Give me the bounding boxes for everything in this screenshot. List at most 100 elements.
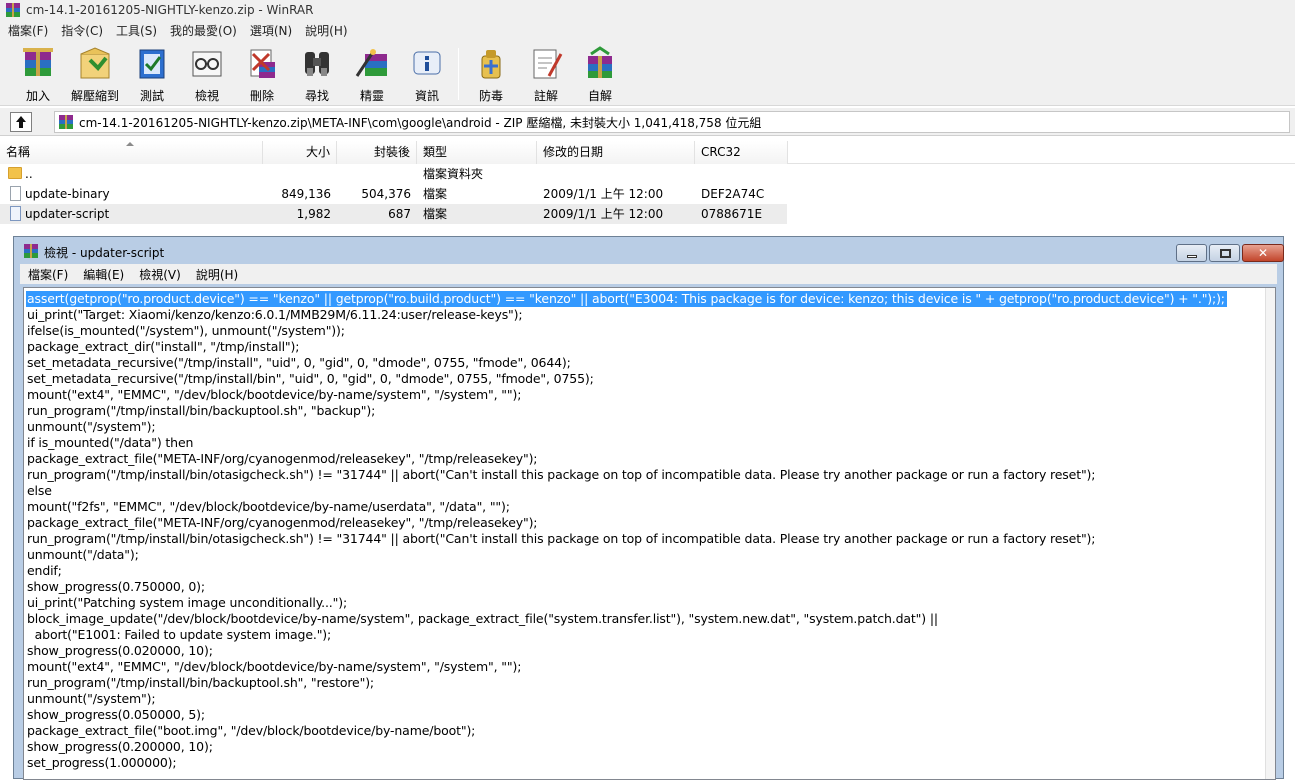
comment-button[interactable]: 註解 — [521, 44, 571, 103]
menu-file[interactable]: 檔案(F) — [4, 22, 52, 39]
comment-icon — [533, 49, 563, 79]
code-line: mount("ext4", "EMMC", "/dev/block/bootde… — [27, 387, 522, 402]
code-line: run_program("/tmp/install/bin/backuptool… — [27, 403, 376, 418]
archive-icon — [59, 115, 73, 129]
maximize-icon — [1220, 249, 1231, 258]
sort-ascending-icon — [126, 142, 134, 146]
viewer-window: 檢視 - updater-script ✕ 檔案(F) 編輯(E) 檢視(V) … — [13, 236, 1284, 780]
close-button[interactable]: ✕ — [1242, 244, 1284, 262]
file-list-header: 名稱 大小 封裝後 類型 修改的日期 CRC32 — [0, 141, 1295, 164]
code-line: package_extract_file("boot.img", "/dev/b… — [27, 723, 476, 738]
path-field[interactable]: cm-14.1-20161205-NIGHTLY-kenzo.zip\META-… — [54, 111, 1290, 133]
code-line: unmount("/system"); — [27, 691, 156, 706]
code-line: unmount("/data"); — [27, 547, 139, 562]
view-icon — [192, 51, 222, 77]
maximize-button[interactable] — [1209, 244, 1240, 262]
wizard-button[interactable]: 精靈 — [347, 44, 397, 103]
code-line: set_metadata_recursive("/tmp/install/bin… — [27, 371, 594, 386]
folder-icon — [8, 167, 22, 179]
viewer-icon — [24, 244, 38, 258]
code-line: ifelse(is_mounted("/system"), unmount("/… — [27, 323, 345, 338]
title-bar: cm-14.1-20161205-NIGHTLY-kenzo.zip - Win… — [0, 0, 1295, 20]
code-line: ui_print("Patching system image uncondit… — [27, 595, 348, 610]
wizard-icon — [355, 49, 387, 77]
code-line: package_extract_file("META-INF/org/cyano… — [27, 515, 538, 530]
address-bar: cm-14.1-20161205-NIGHTLY-kenzo.zip\META-… — [0, 108, 1295, 136]
script-text-area[interactable]: assert(getprop("ro.product.device") == "… — [23, 287, 1276, 780]
code-line: run_program("/tmp/install/bin/otasigchec… — [27, 531, 1096, 546]
virus-scan-icon — [481, 50, 501, 79]
column-packed[interactable]: 封裝後 — [337, 141, 417, 164]
menu-options[interactable]: 選項(N) — [246, 22, 296, 39]
column-type[interactable]: 類型 — [417, 141, 537, 164]
code-line: show_progress(0.750000, 0); — [27, 579, 205, 594]
code-line: run_program("/tmp/install/bin/backuptool… — [27, 675, 374, 690]
minimize-icon — [1187, 255, 1197, 258]
path-text: cm-14.1-20161205-NIGHTLY-kenzo.zip\META-… — [79, 115, 762, 130]
code-line: show_progress(0.050000, 5); — [27, 707, 205, 722]
code-line: set_progress(1.000000); — [27, 755, 177, 770]
delete-button[interactable]: 刪除 — [237, 44, 287, 103]
code-line: block_image_update("/dev/block/bootdevic… — [27, 611, 938, 626]
viewer-title-bar: 檢視 - updater-script ✕ — [14, 237, 1284, 263]
extract-to-button[interactable]: 解壓縮到 — [70, 44, 120, 103]
add-button[interactable]: 加入 — [13, 44, 63, 103]
menu-commands[interactable]: 指令(C) — [57, 22, 107, 39]
view-button[interactable]: 檢視 — [182, 44, 232, 103]
info-button[interactable]: 資訊 — [402, 44, 452, 103]
file-row-parent[interactable]: .. 檔案資料夾 — [0, 164, 790, 184]
add-archive-icon — [23, 48, 53, 76]
test-icon — [139, 49, 165, 79]
virus-scan-button[interactable]: 防毒 — [466, 44, 516, 103]
menu-help[interactable]: 說明(H) — [301, 22, 351, 39]
find-icon — [305, 52, 329, 76]
file-row-selected[interactable]: updater-script 1,982 687 檔案 2009/1/1 上午 … — [0, 204, 787, 224]
sfx-icon — [588, 46, 612, 78]
window-title: cm-14.1-20161205-NIGHTLY-kenzo.zip - Win… — [26, 3, 314, 17]
code-line: mount("ext4", "EMMC", "/dev/block/bootde… — [27, 659, 522, 674]
column-name[interactable]: 名稱 — [0, 141, 263, 164]
sfx-button[interactable]: 自解 — [575, 44, 625, 103]
code-line: ui_print("Target: Xiaomi/kenzo/kenzo:6.0… — [27, 307, 523, 322]
code-line: unmount("/system"); — [27, 419, 156, 434]
script-content: assert(getprop("ro.product.device") == "… — [26, 291, 1261, 771]
column-modified[interactable]: 修改的日期 — [537, 141, 695, 164]
code-line: package_extract_file("META-INF/org/cyano… — [27, 451, 538, 466]
winrar-icon — [6, 3, 20, 17]
toolbar: 加入 解壓縮到 測試 檢視 刪除 尋找 精靈 資訊 防毒 註解 自解 — [0, 40, 1295, 106]
minimize-button[interactable] — [1176, 244, 1207, 262]
code-line: package_extract_dir("install", "/tmp/ins… — [27, 339, 300, 354]
column-size[interactable]: 大小 — [263, 141, 337, 164]
viewer-menu-file[interactable]: 檔案(F) — [22, 266, 74, 283]
code-line: mount("f2fs", "EMMC", "/dev/block/bootde… — [27, 499, 510, 514]
code-line: show_progress(0.200000, 10); — [27, 739, 213, 754]
menu-tools[interactable]: 工具(S) — [112, 22, 161, 39]
file-icon — [10, 186, 21, 201]
viewer-menu-help[interactable]: 說明(H) — [190, 266, 244, 283]
code-line-selected: assert(getprop("ro.product.device") == "… — [26, 291, 1227, 307]
code-line: show_progress(0.020000, 10); — [27, 643, 213, 658]
delete-icon — [250, 49, 275, 78]
viewer-menu-view[interactable]: 檢視(V) — [133, 266, 187, 283]
menu-favorites[interactable]: 我的最愛(O) — [166, 22, 241, 39]
find-button[interactable]: 尋找 — [292, 44, 342, 103]
code-line: run_program("/tmp/install/bin/otasigchec… — [27, 467, 1096, 482]
test-button[interactable]: 測試 — [127, 44, 177, 103]
column-crc32[interactable]: CRC32 — [695, 141, 788, 164]
file-icon — [10, 206, 21, 221]
viewer-menu-edit[interactable]: 編輯(E) — [77, 266, 130, 283]
info-icon — [413, 51, 441, 75]
file-row[interactable]: update-binary 849,136 504,376 檔案 2009/1/… — [0, 184, 790, 204]
up-folder-button[interactable] — [10, 112, 32, 132]
menu-bar: 檔案(F) 指令(C) 工具(S) 我的最愛(O) 選項(N) 說明(H) — [0, 20, 1295, 40]
code-line: set_metadata_recursive("/tmp/install", "… — [27, 355, 571, 370]
code-line: endif; — [27, 563, 62, 578]
close-icon: ✕ — [1257, 246, 1269, 260]
code-line: abort("E1001: Failed to update system im… — [27, 627, 332, 642]
extract-to-icon — [80, 47, 110, 79]
code-line: if is_mounted("/data") then — [27, 435, 194, 450]
viewer-title: 檢視 - updater-script — [44, 246, 165, 260]
viewer-menu-bar: 檔案(F) 編輯(E) 檢視(V) 說明(H) — [20, 264, 1277, 284]
code-line: else — [27, 483, 52, 498]
vertical-scrollbar[interactable] — [1265, 288, 1275, 779]
